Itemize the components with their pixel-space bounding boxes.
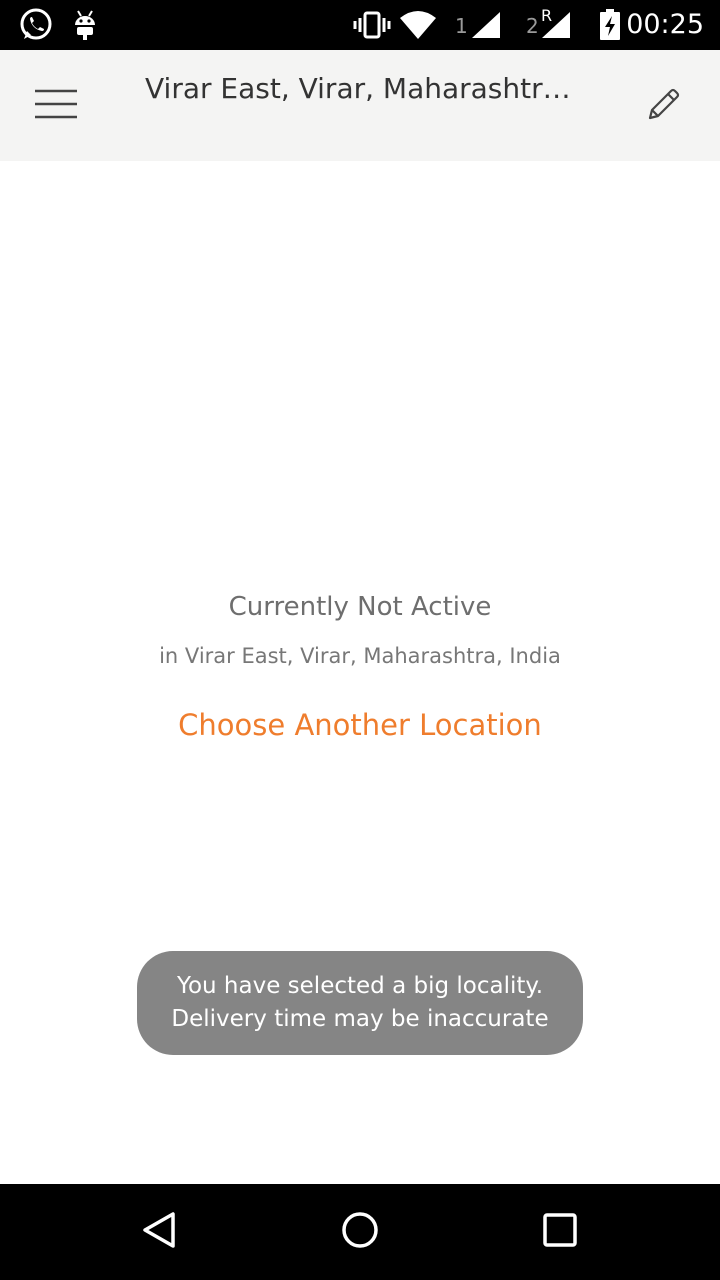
hamburger-menu-icon [34, 89, 78, 123]
toast-line-1: You have selected a big locality. [176, 973, 544, 999]
home-icon [340, 1210, 380, 1254]
wifi-icon [398, 0, 438, 50]
toast-message: You have selected a big locality. Delive… [137, 951, 583, 1055]
battery-charging-icon [596, 0, 624, 50]
back-button[interactable] [130, 1202, 190, 1262]
vibrate-icon [352, 0, 392, 50]
edit-location-button[interactable] [636, 78, 692, 134]
sim1-label: 1 [455, 14, 468, 38]
recents-button[interactable] [530, 1202, 590, 1262]
status-bar: 1 2 R 00:25 [0, 0, 720, 50]
signal-roaming-icon [538, 0, 574, 50]
recents-icon [540, 1210, 580, 1254]
back-icon [140, 1210, 180, 1254]
navigation-bar [0, 1184, 720, 1280]
android-icon [70, 0, 100, 50]
pencil-icon [647, 87, 681, 125]
choose-another-location-button[interactable]: Choose Another Location [160, 708, 560, 742]
not-active-subtitle: in Virar East, Virar, Maharashtra, India [159, 644, 561, 668]
sim2-label: 2 [526, 14, 539, 38]
menu-button[interactable] [24, 80, 88, 132]
screen: 1 2 R 00:25 Virar East, Virar, Maharasht… [0, 0, 720, 1280]
status-time: 00:25 [626, 9, 704, 40]
home-button[interactable] [330, 1202, 390, 1262]
whatsapp-icon [16, 0, 56, 50]
location-title[interactable]: Virar East, Virar, Maharashtra, India [145, 72, 585, 105]
app-bar: Virar East, Virar, Maharashtra, India [0, 50, 720, 161]
signal-icon [468, 0, 504, 50]
toast-line-2: Delivery time may be inaccurate [171, 1006, 549, 1032]
not-active-title: Currently Not Active [228, 592, 492, 622]
